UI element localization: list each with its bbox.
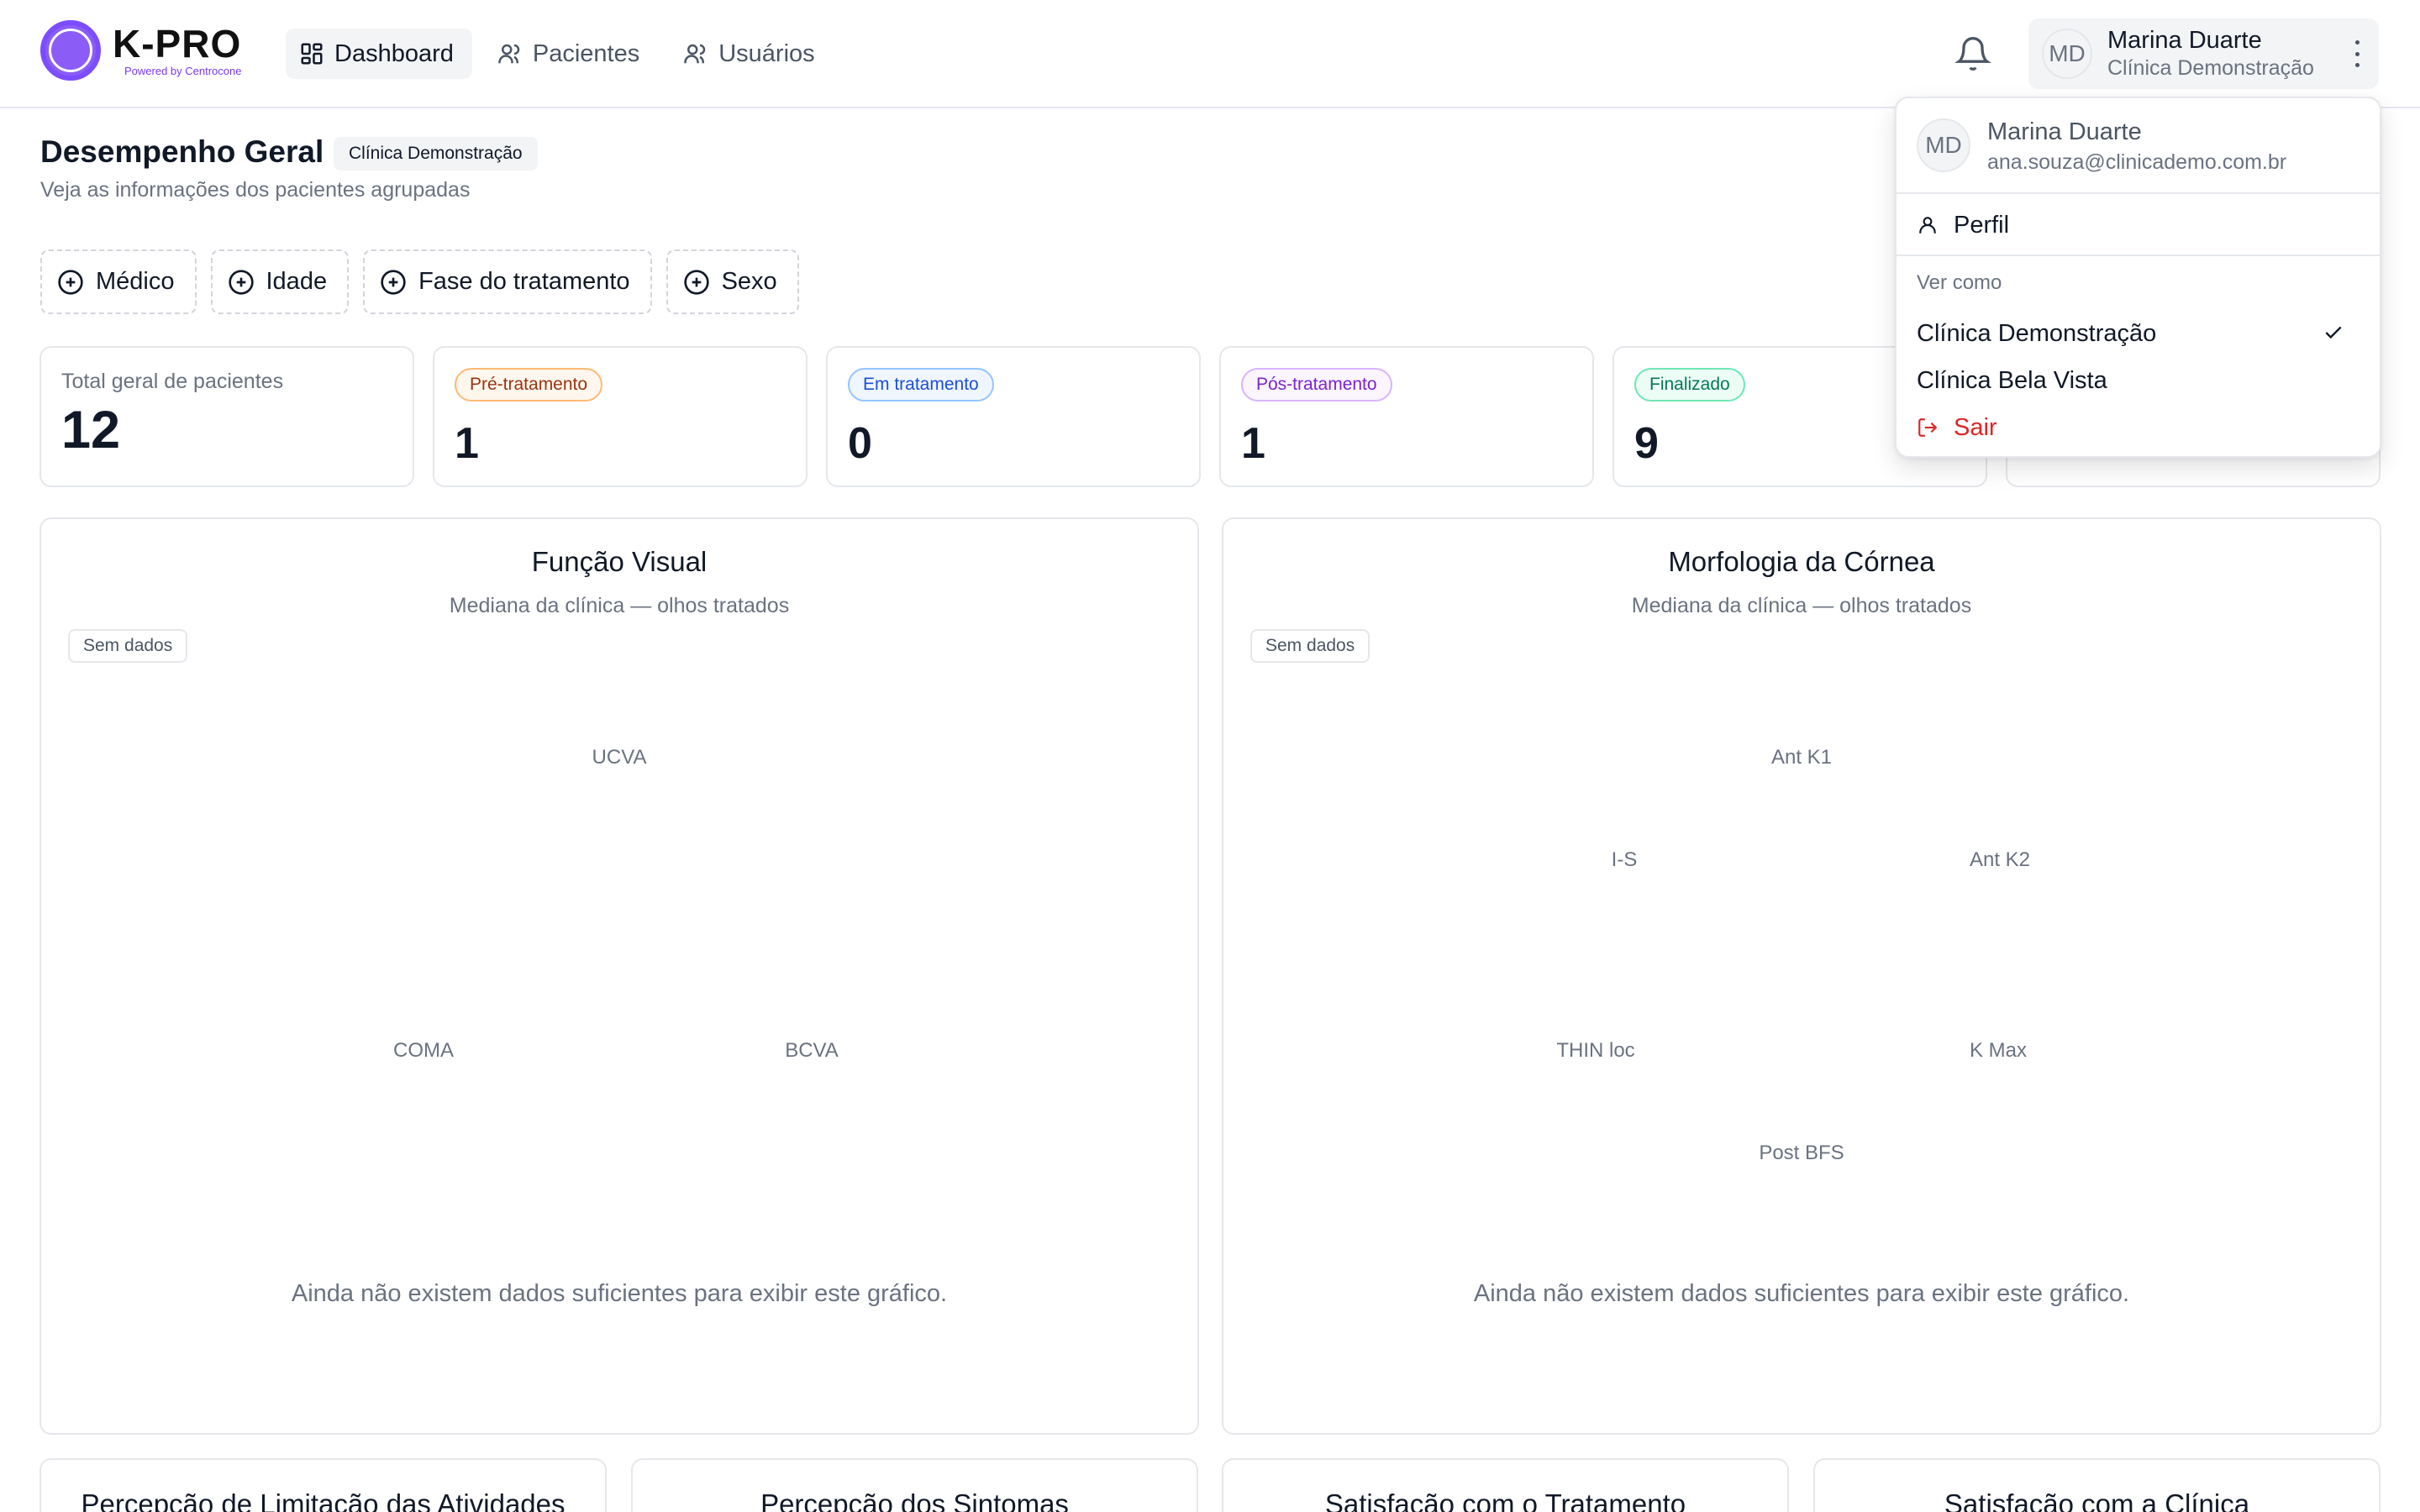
page-subtitle: Veja as informações dos pacientes agrupa… bbox=[40, 178, 471, 202]
top-bar: K-PRO Powered by Centrocone Dashboard Pa… bbox=[0, 0, 2420, 108]
check-icon bbox=[2325, 326, 2342, 339]
chart-card-morfologia-cornea: Morfologia da Córnea Mediana da clínica … bbox=[1222, 517, 2381, 1435]
logo-mark bbox=[40, 20, 101, 81]
radar-axis-label: Post BFS bbox=[1759, 1142, 1844, 1164]
menu-item-label: Sair bbox=[1954, 413, 1997, 441]
more-vertical-icon bbox=[2354, 40, 2360, 67]
chart-card-percepcao-sintomas: Percepção dos Sintomas bbox=[631, 1458, 1198, 1512]
stat-card-total: Total geral de pacientes 12 bbox=[39, 346, 414, 487]
status-badge: Pós-tratamento bbox=[1241, 368, 1392, 402]
user-name: Marina Duarte bbox=[2107, 27, 2262, 54]
chart-card-limitacao-atividades: Percepção de Limitação das Atividades bbox=[39, 1458, 607, 1512]
radar-axis-label: I-S bbox=[1611, 848, 1638, 871]
nav-pacientes-label: Pacientes bbox=[532, 39, 640, 67]
nav-usuarios[interactable]: Usuários bbox=[670, 29, 833, 79]
chart-title: Morfologia da Córnea bbox=[1668, 546, 1935, 577]
menu-item-perfil[interactable]: Perfil bbox=[1917, 205, 2360, 245]
user-icon bbox=[1919, 217, 1936, 234]
logo-title: K-PRO bbox=[113, 21, 242, 66]
logo-subtitle: Powered by Centrocone bbox=[124, 64, 242, 77]
chart-title: Percepção dos Sintomas bbox=[760, 1488, 1069, 1512]
menu-user-email: ana.souza@clinicademo.com.br bbox=[1987, 150, 2287, 174]
filter-idade[interactable]: Idade bbox=[210, 249, 350, 314]
chart-title: Percepção de Limitação das Atividades bbox=[81, 1488, 566, 1512]
plus-circle-icon bbox=[381, 269, 406, 295]
plus-circle-icon bbox=[228, 269, 254, 295]
menu-item-label: Clínica Demonstração bbox=[1917, 319, 2157, 347]
user-dropdown-menu: MD Marina Duarte ana.souza@clinicademo.c… bbox=[1895, 97, 2381, 458]
menu-item-clinica-demonstracao[interactable]: Clínica Demonstração bbox=[1917, 313, 2360, 354]
avatar: MD bbox=[2042, 29, 2092, 79]
chart-subtitle: Mediana da clínica — olhos tratados bbox=[1631, 594, 1972, 617]
app-logo[interactable]: K-PRO Powered by Centrocone bbox=[40, 20, 241, 81]
radar-axis-label: K Max bbox=[1969, 1039, 2028, 1062]
stat-card-pre-tratamento: Pré-tratamento 1 bbox=[433, 346, 808, 487]
stat-card-pos-tratamento: Pós-tratamento 1 bbox=[1219, 346, 1594, 487]
chart-card-funcao-visual: Função Visual Mediana da clínica — olhos… bbox=[39, 517, 1199, 1435]
clinic-badge: Clínica Demonstração bbox=[334, 137, 538, 171]
users-icon bbox=[684, 44, 706, 64]
menu-item-sair[interactable]: Sair bbox=[1917, 407, 2360, 448]
empty-chart-message: Ainda não existem dados suficientes para… bbox=[291, 1280, 948, 1307]
radar-axis-label: UCVA bbox=[592, 746, 647, 769]
chart-subtitle: Mediana da clínica — olhos tratados bbox=[449, 594, 790, 617]
filter-sexo[interactable]: Sexo bbox=[666, 249, 799, 314]
main-nav: Dashboard Pacientes Usuários bbox=[286, 29, 834, 79]
chart-title: Satisfação com a Clínica bbox=[1944, 1488, 2250, 1512]
filter-label: Idade bbox=[266, 268, 328, 295]
menu-divider bbox=[1897, 255, 2380, 256]
status-badge: Finalizado bbox=[1634, 368, 1745, 402]
bell-icon[interactable] bbox=[1954, 35, 1991, 72]
chart-card-satisfacao-clinica: Satisfação com a Clínica bbox=[1813, 1458, 2381, 1512]
filter-bar: Médico Idade Fase do tratamento Sexo bbox=[40, 249, 799, 314]
no-data-badge: Sem dados bbox=[1250, 629, 1370, 663]
dashboard-icon bbox=[301, 43, 323, 65]
radar-axis-label: THIN loc bbox=[1556, 1039, 1635, 1062]
plus-circle-icon bbox=[58, 269, 83, 295]
user-menu-button[interactable]: MD Marina Duarte Clínica Demonstração bbox=[2028, 18, 2379, 89]
empty-chart-message: Ainda não existem dados suficientes para… bbox=[1473, 1280, 2130, 1307]
menu-item-label: Perfil bbox=[1954, 211, 2010, 239]
stat-value: 12 bbox=[61, 401, 121, 459]
radar-axis-label: BCVA bbox=[785, 1039, 839, 1062]
radar-axis-label: Ant K1 bbox=[1770, 746, 1833, 769]
stat-card-em-tratamento: Em tratamento 0 bbox=[826, 346, 1201, 487]
nav-usuarios-label: Usuários bbox=[718, 39, 815, 67]
stat-value: 1 bbox=[455, 419, 479, 468]
filter-label: Sexo bbox=[721, 268, 777, 295]
stat-value: 1 bbox=[1241, 419, 1265, 468]
chart-title: Função Visual bbox=[531, 546, 708, 577]
avatar: MD bbox=[1917, 118, 1970, 172]
chart-title: Satisfação com o Tratamento bbox=[1324, 1488, 1686, 1512]
users-icon bbox=[498, 44, 520, 64]
status-badge: Em tratamento bbox=[848, 368, 994, 402]
user-clinic: Clínica Demonstração bbox=[2107, 56, 2314, 80]
nav-pacientes[interactable]: Pacientes bbox=[484, 29, 658, 79]
menu-group-label: Ver como bbox=[1917, 271, 2002, 294]
nav-dashboard[interactable]: Dashboard bbox=[286, 29, 472, 79]
stat-label: Total geral de pacientes bbox=[61, 370, 284, 393]
radar-axis-label: Ant K2 bbox=[1969, 848, 2031, 871]
stat-value: 9 bbox=[1634, 419, 1659, 468]
filter-fase-tratamento[interactable]: Fase do tratamento bbox=[363, 249, 652, 314]
menu-divider bbox=[1897, 192, 2380, 194]
plus-circle-icon bbox=[683, 269, 709, 295]
radar-axis-label: COMA bbox=[393, 1039, 454, 1062]
chart-card-satisfacao-tratamento: Satisfação com o Tratamento bbox=[1222, 1458, 1789, 1512]
page-title: Desempenho Geral bbox=[40, 134, 324, 169]
menu-item-label: Clínica Bela Vista bbox=[1917, 366, 2107, 394]
filter-label: Fase do tratamento bbox=[418, 268, 630, 295]
status-badge: Pré-tratamento bbox=[455, 368, 603, 402]
no-data-badge: Sem dados bbox=[68, 629, 188, 663]
filter-medico[interactable]: Médico bbox=[40, 249, 197, 314]
stat-value: 0 bbox=[848, 419, 872, 468]
logout-icon bbox=[1918, 418, 1938, 437]
filter-label: Médico bbox=[96, 268, 175, 295]
menu-item-clinica-bela-vista[interactable]: Clínica Bela Vista bbox=[1917, 360, 2360, 401]
nav-dashboard-label: Dashboard bbox=[334, 39, 454, 67]
menu-user-name: Marina Duarte bbox=[1987, 118, 2142, 145]
